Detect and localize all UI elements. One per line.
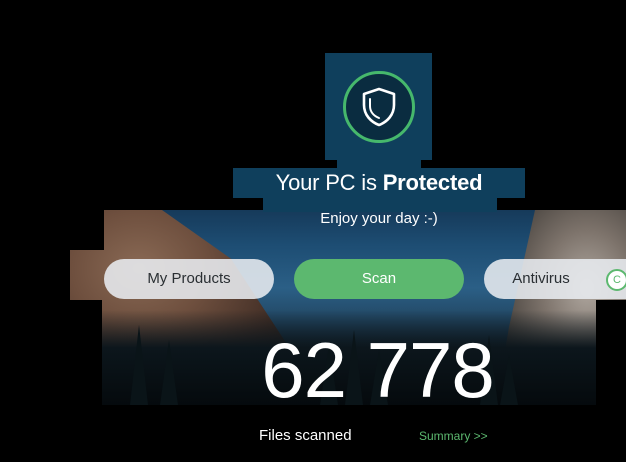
status-icon-panel: [325, 53, 432, 160]
antivirus-status-badge: C: [606, 269, 626, 291]
background-tree: [500, 355, 518, 405]
background-tree: [160, 340, 178, 405]
files-scanned-count: 62 778: [261, 326, 495, 414]
scan-button[interactable]: Scan: [294, 259, 464, 299]
antivirus-label: Antivirus: [512, 270, 570, 287]
shield-badge: [343, 71, 415, 143]
shield-icon: [362, 87, 396, 127]
files-scanned-label: Files scanned: [259, 427, 352, 444]
status-prefix: Your PC is: [275, 170, 383, 195]
antivirus-button[interactable]: Antivirus C: [484, 259, 626, 299]
frame-mask: [70, 300, 102, 405]
status-emphasis: Protected: [382, 170, 483, 195]
status-subtitle: Enjoy your day :-): [320, 210, 438, 227]
summary-link[interactable]: Summary >>: [419, 428, 488, 444]
scan-label: Scan: [361, 270, 397, 287]
background-tree: [130, 325, 148, 405]
status-title: Your PC is Protected: [233, 169, 525, 197]
frame-mask: [70, 210, 104, 250]
my-products-label: My Products: [147, 270, 231, 287]
app-window: Your PC is Protected Enjoy your day :-) …: [0, 0, 626, 462]
my-products-button[interactable]: My Products: [104, 259, 274, 299]
frame-mask: [596, 300, 626, 405]
